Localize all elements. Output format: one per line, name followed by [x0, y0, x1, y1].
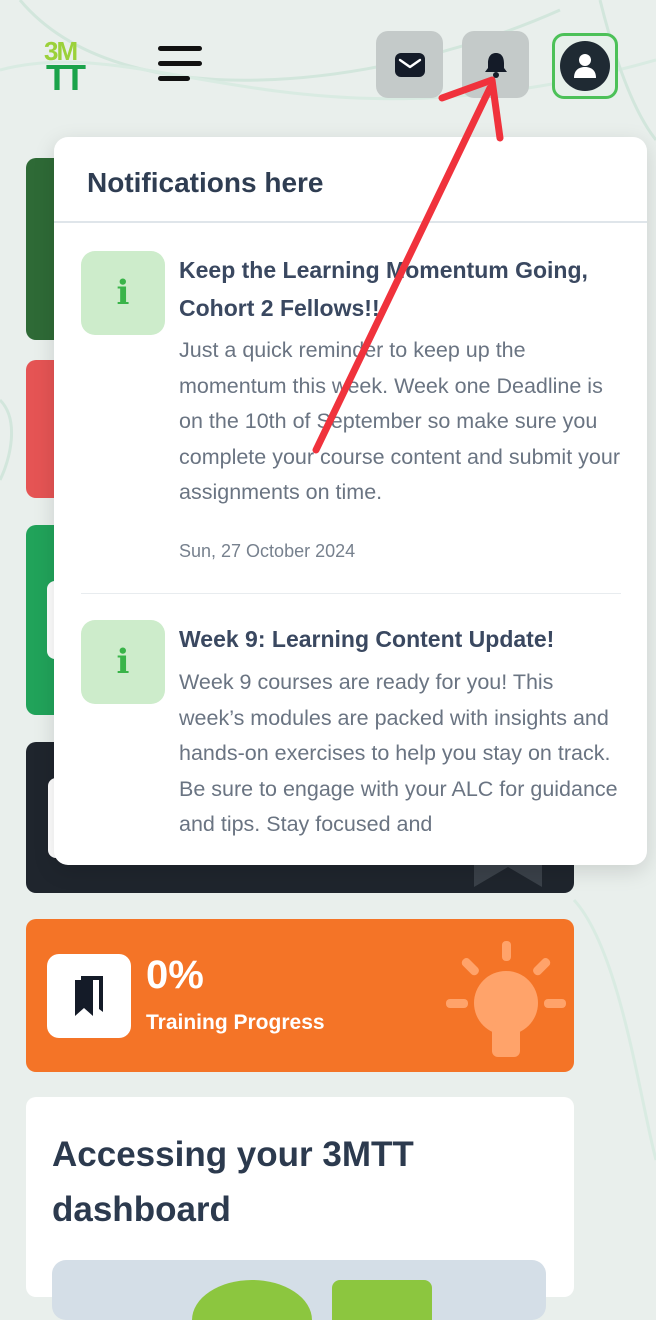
notifications-heading: Notifications here [87, 167, 324, 198]
user-icon [574, 54, 596, 78]
notification-title: Keep the Learning Momentum Going, Cohort… [179, 257, 588, 321]
hamburger-icon[interactable] [156, 44, 206, 86]
notification-body: Just a quick reminder to keep up the mom… [179, 338, 620, 504]
notification-date: Sun, 27 October 2024 [179, 541, 356, 561]
progress-icon-box [47, 954, 131, 1038]
profile-button[interactable] [552, 33, 618, 99]
envelope-icon [394, 52, 425, 77]
3mtt-logo[interactable]: 3M TT [44, 38, 92, 98]
bell-icon [484, 52, 507, 78]
dashboard-thumbnail[interactable] [52, 1260, 546, 1320]
divider [81, 593, 621, 594]
lightbulb-icon [446, 941, 566, 1057]
avatar [560, 41, 610, 91]
logo-bottom-text: TT [46, 57, 86, 98]
notification-title: Week 9: Learning Content Update! [179, 626, 555, 652]
info-icon: i [81, 620, 165, 704]
notifications-button[interactable] [462, 31, 529, 98]
accessing-dashboard-card[interactable]: Accessing your 3MTT dashboard [26, 1097, 574, 1320]
top-header: 3M TT [0, 0, 656, 130]
accessing-dashboard-title: Accessing your 3MTT dashboard [52, 1135, 414, 1229]
notification-body: Week 9 courses are ready for you! This w… [179, 670, 618, 836]
notifications-popover: Notifications here i Keep the Learning M… [54, 137, 647, 865]
divider [54, 221, 647, 223]
training-progress-percent: 0% [146, 953, 204, 997]
bookmark-stack-icon [75, 976, 103, 1016]
training-progress-card[interactable]: 0% Training Progress [26, 919, 574, 1072]
info-icon: i [81, 251, 165, 335]
training-progress-label: Training Progress [146, 1011, 325, 1034]
messages-button[interactable] [376, 31, 443, 98]
